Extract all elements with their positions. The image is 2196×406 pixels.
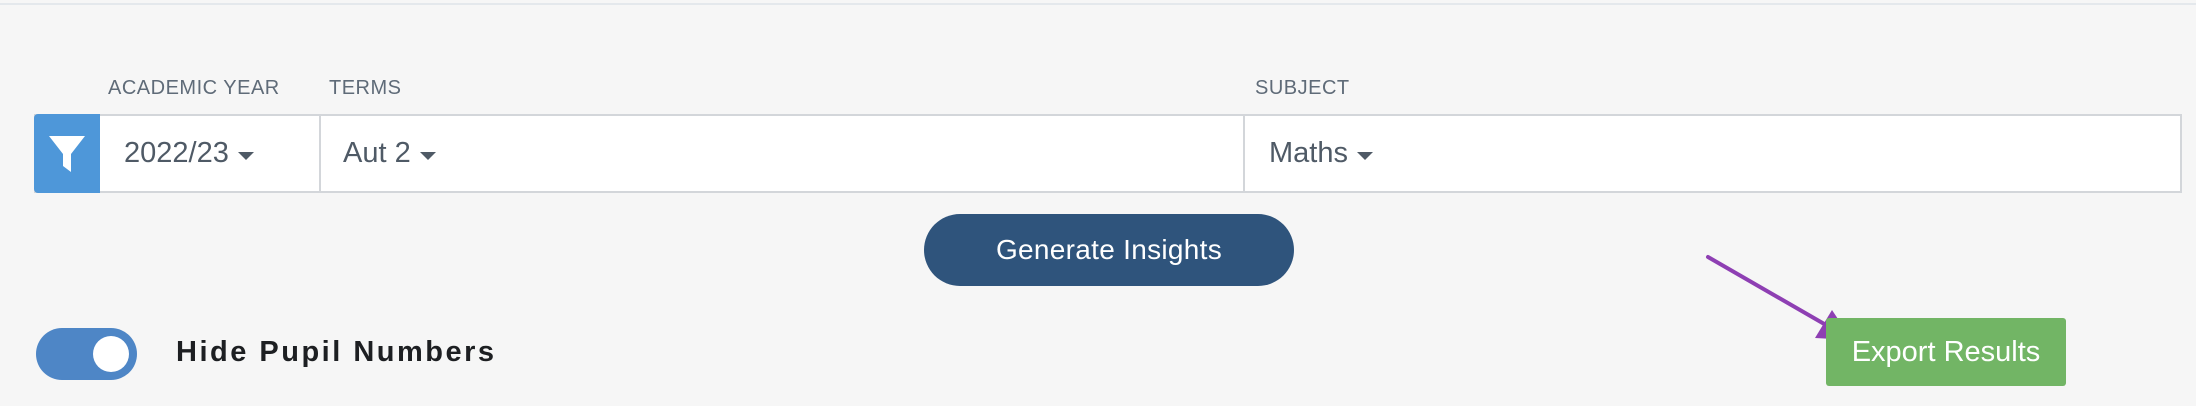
top-divider xyxy=(0,3,2196,5)
subject-dropdown[interactable]: Maths xyxy=(1269,116,1373,191)
filter-button[interactable] xyxy=(34,114,100,193)
filter-funnel-icon xyxy=(49,135,85,172)
caret-down-icon xyxy=(237,151,254,160)
terms-label: TERMS xyxy=(329,77,402,99)
terms-dropdown[interactable]: Aut 2 xyxy=(343,116,436,191)
filter-divider xyxy=(1243,116,1245,191)
filter-divider xyxy=(319,116,321,191)
generate-insights-button[interactable]: Generate Insights xyxy=(924,214,1294,286)
hide-pupil-numbers-label: Hide Pupil Numbers xyxy=(176,336,497,368)
hide-pupil-numbers-toggle[interactable] xyxy=(36,328,137,380)
insights-page: ACADEMIC YEAR TERMS SUBJECT 2022/23 Aut … xyxy=(0,0,2196,406)
academic-year-dropdown[interactable]: 2022/23 xyxy=(124,116,254,191)
caret-down-icon xyxy=(419,151,436,160)
toggle-knob xyxy=(93,336,129,372)
terms-value: Aut 2 xyxy=(343,137,411,169)
academic-year-label: ACADEMIC YEAR xyxy=(108,77,280,99)
subject-value: Maths xyxy=(1269,137,1348,169)
caret-down-icon xyxy=(1356,151,1373,160)
academic-year-value: 2022/23 xyxy=(124,137,229,169)
export-results-button[interactable]: Export Results xyxy=(1826,318,2066,386)
filter-bar: 2022/23 Aut 2 Maths xyxy=(34,114,2182,193)
subject-label: SUBJECT xyxy=(1255,77,1350,99)
